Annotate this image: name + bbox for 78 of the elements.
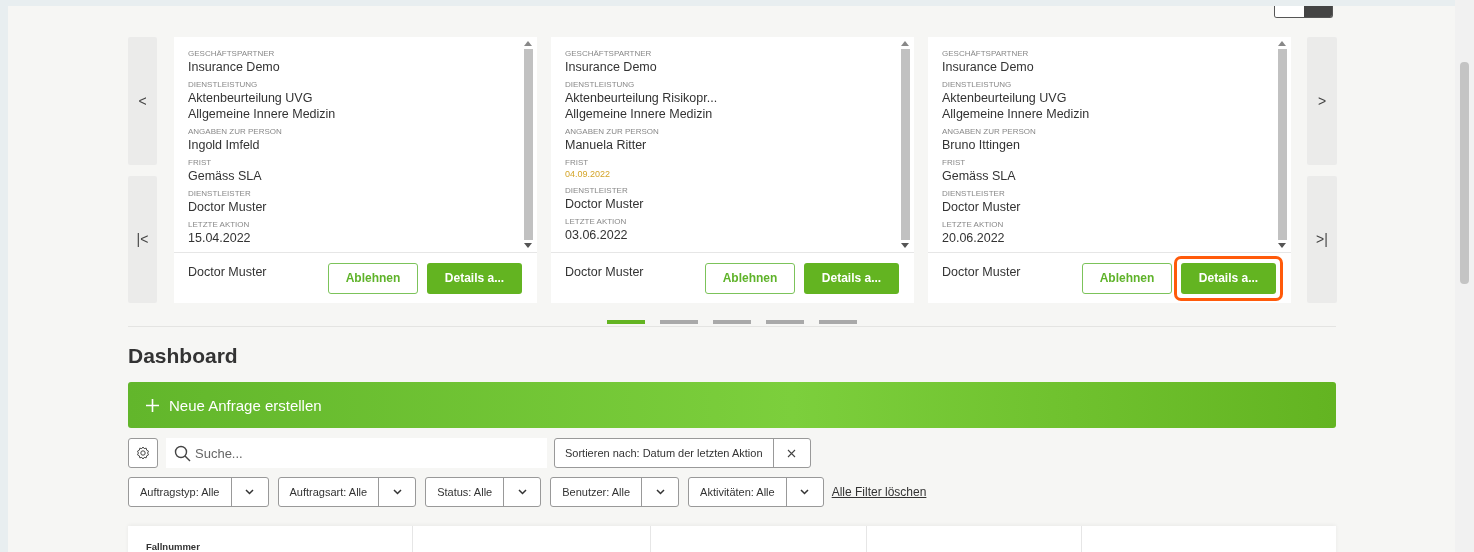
scroll-down-icon[interactable]	[1278, 243, 1286, 248]
settings-icon	[136, 446, 150, 460]
chevron-down-icon	[800, 489, 810, 495]
filter-dropdown[interactable]: Auftragstyp: Alle	[128, 477, 269, 507]
field-value: Ingold Imfeld	[188, 137, 261, 153]
next-button[interactable]: >	[1307, 37, 1337, 165]
filter-dropdown[interactable]: Benutzer: Alle	[550, 477, 680, 507]
field-value: Doctor Muster	[942, 199, 1022, 215]
field-value: Allgemeine Innere Medizin	[188, 106, 337, 122]
close-icon	[787, 448, 796, 458]
chevron-down-icon	[655, 489, 665, 495]
field-value: Insurance Demo	[188, 59, 281, 75]
section-title: Dashboard	[128, 343, 239, 369]
field-label: GESCHÄFTSPARTNER	[942, 49, 1030, 59]
deadline-date: 04.09.2022	[565, 168, 612, 181]
field-value: Aktenbeurteilung Risikopr...	[565, 90, 719, 106]
field-label: DIENSTLEISTER	[188, 189, 252, 199]
provider-name: Doctor Muster	[188, 265, 268, 279]
field-label: GESCHÄFTSPARTNER	[565, 49, 653, 59]
field-label: DIENSTLEISTUNG	[942, 80, 1013, 90]
field-label: ANGABEN ZUR PERSON	[565, 127, 660, 137]
settings-button[interactable]	[128, 438, 158, 468]
field-value: 15.04.2022	[188, 230, 252, 246]
field-value: Insurance Demo	[565, 59, 658, 75]
previous-button[interactable]: <	[128, 37, 157, 165]
field-label: LETZTE AKTION	[565, 217, 628, 227]
clear-filters-link[interactable]: Alle Filter löschen	[831, 485, 927, 499]
field-value: Aktenbeurteilung UVG	[942, 90, 1068, 106]
field-label: FRIST	[565, 158, 590, 168]
field-value: Insurance Demo	[942, 59, 1035, 75]
column-header: Fallnummer	[146, 541, 200, 552]
filter-dropdown[interactable]: Auftragsart: Alle	[277, 477, 417, 507]
provider-name: Doctor Muster	[942, 265, 1022, 279]
field-label: DIENSTLEISTUNG	[565, 80, 636, 90]
card-scrollbar[interactable]	[899, 41, 911, 248]
view-toggle[interactable]	[1274, 6, 1333, 18]
field-value: Gemäss SLA	[942, 168, 1017, 184]
field-label: FRIST	[942, 158, 967, 168]
first-button[interactable]: |<	[128, 175, 157, 303]
field-value: Aktenbeurteilung UVG	[188, 90, 314, 106]
field-value: 03.06.2022	[565, 227, 629, 243]
search-icon	[174, 445, 191, 462]
field-value: Allgemeine Innere Medizin	[942, 106, 1091, 122]
sort-label: Sortieren nach: Datum der letzten Aktion	[564, 446, 764, 461]
field-label: FRIST	[188, 158, 213, 168]
field-value: Bruno Ittingen	[942, 137, 1021, 153]
field-label: DIENSTLEISTER	[942, 189, 1006, 199]
field-value: Manuela Ritter	[565, 137, 648, 153]
field-value: 20.06.2022	[942, 230, 1006, 246]
page-scrollbar[interactable]	[1455, 0, 1474, 552]
plus-icon	[146, 398, 159, 412]
scroll-up-icon[interactable]	[901, 41, 909, 46]
field-label: ANGABEN ZUR PERSON	[188, 127, 283, 137]
field-value: Doctor Muster	[565, 196, 645, 212]
field-label: ANGABEN ZUR PERSON	[942, 127, 1037, 137]
chevron-down-icon	[392, 489, 402, 495]
field-label: LETZTE AKTION	[942, 220, 1005, 230]
card-scrollbar[interactable]	[522, 41, 534, 248]
scroll-up-icon[interactable]	[524, 41, 532, 46]
sort-chip[interactable]: Sortieren nach: Datum der letzten Aktion	[554, 438, 811, 468]
chevron-down-icon	[517, 489, 527, 495]
field-label: GESCHÄFTSPARTNER	[188, 49, 276, 59]
last-button[interactable]: >|	[1307, 175, 1337, 303]
scroll-down-icon[interactable]	[901, 243, 909, 248]
field-value: Allgemeine Innere Medizin	[565, 106, 714, 122]
chevron-down-icon	[245, 489, 254, 495]
scroll-up-icon[interactable]	[1278, 41, 1286, 46]
filter-dropdown[interactable]: Aktivitäten: Alle	[688, 477, 824, 507]
field-label: DIENSTLEISTUNG	[188, 80, 259, 90]
search-field[interactable]: Suche...	[166, 438, 547, 468]
field-value: Doctor Muster	[188, 199, 268, 215]
filter-dropdown[interactable]: Status: Alle	[425, 477, 542, 507]
field-label: LETZTE AKTION	[188, 220, 251, 230]
field-label: DIENSTLEISTER	[565, 186, 629, 196]
card-scrollbar[interactable]	[1276, 41, 1288, 248]
field-value: Gemäss SLA	[188, 168, 263, 184]
scroll-down-icon[interactable]	[524, 243, 532, 248]
provider-name: Doctor Muster	[565, 265, 645, 279]
